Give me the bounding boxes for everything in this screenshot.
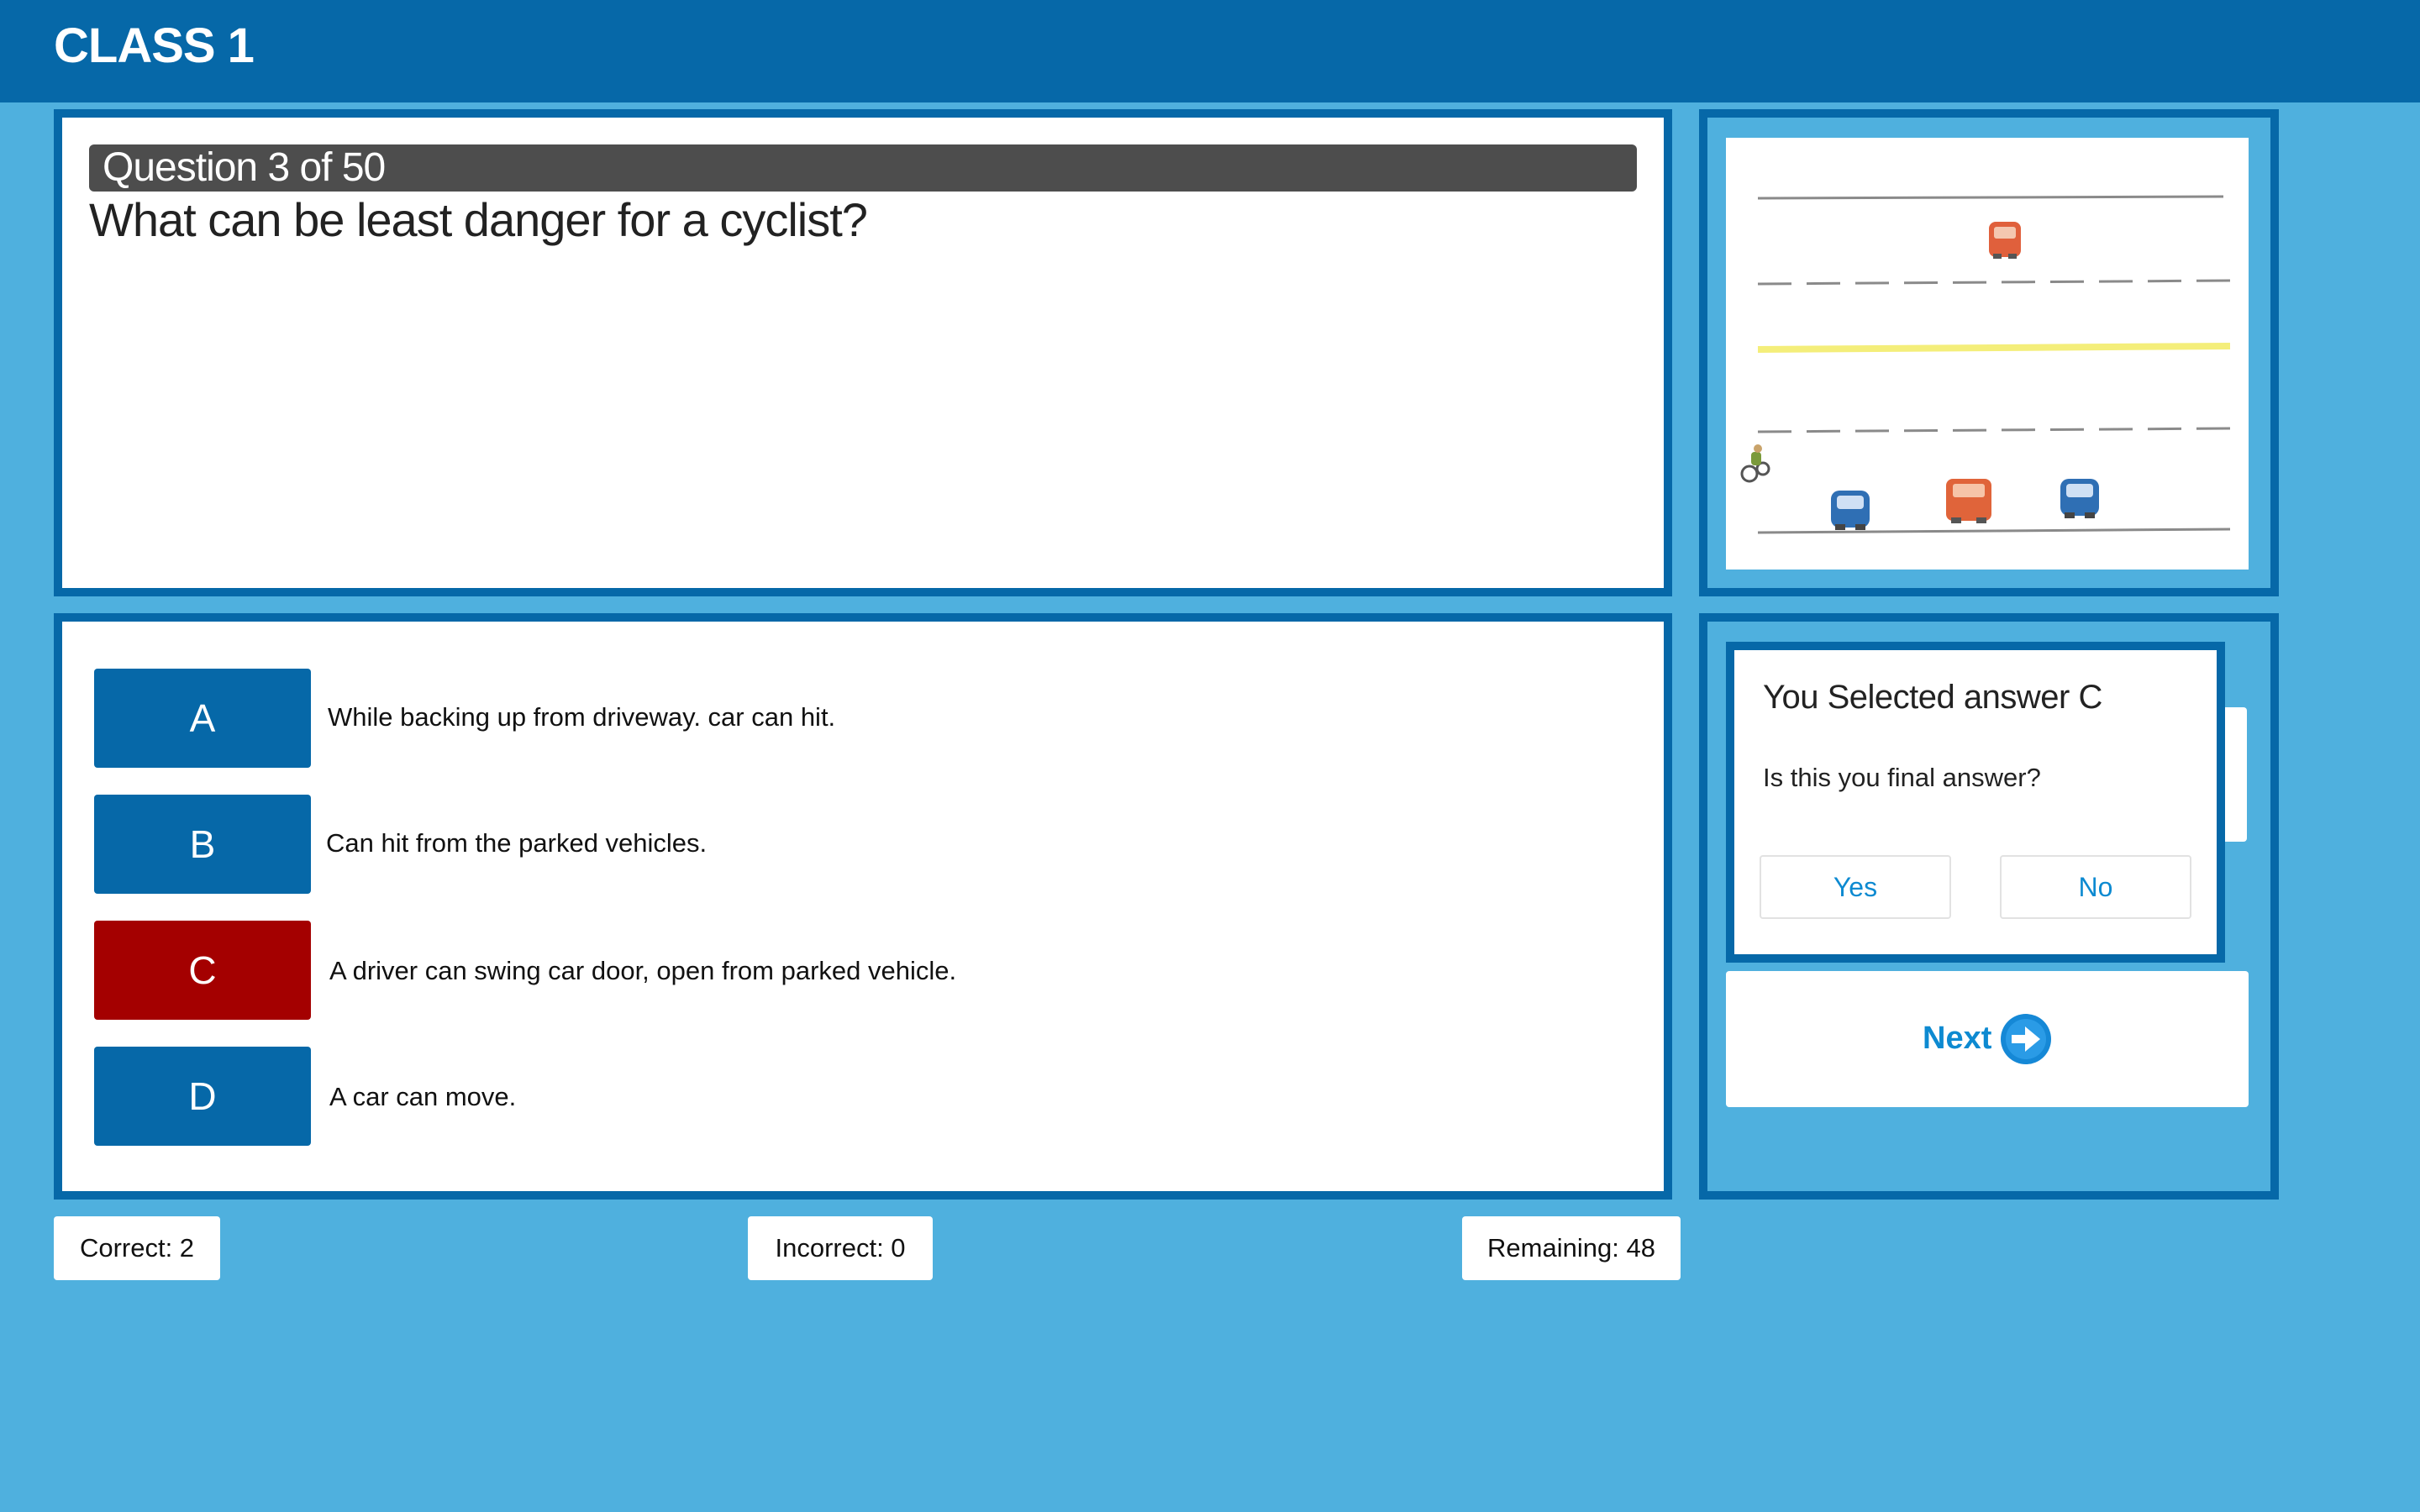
app-header <box>0 0 2420 102</box>
answer-c-text: A driver can swing car door, open from p… <box>329 956 957 985</box>
answer-b-text: Can hit from the parked vehicles. <box>326 828 708 858</box>
arrow-right-circle-icon[interactable] <box>2000 1013 2052 1065</box>
confirm-title: You Selected answer C <box>1763 679 2102 716</box>
answer-d-button[interactable]: D <box>94 1047 311 1146</box>
confirm-no-button[interactable]: No <box>2000 855 2191 919</box>
orange-van-icon <box>1946 479 1991 523</box>
confirm-question: Is this you final answer? <box>1763 763 2041 792</box>
road-scene-image <box>1726 138 2249 570</box>
answer-c-button[interactable]: C <box>94 921 311 1020</box>
blue-car-icon <box>2060 479 2099 518</box>
answer-b-button[interactable]: B <box>94 795 311 894</box>
answer-a-button[interactable]: A <box>94 669 311 768</box>
blue-car-icon <box>1831 491 1870 530</box>
next-label[interactable]: Next <box>1923 1015 1991 1062</box>
answer-a-text: While backing up from driveway. car can … <box>328 702 836 732</box>
question-text: What can be least danger for a cyclist? <box>89 193 868 246</box>
remaining-count: Remaining: 48 <box>1462 1216 1681 1280</box>
page-title: CLASS 1 <box>54 18 255 73</box>
cyclist-icon <box>1740 444 1770 483</box>
confirm-yes-button[interactable]: Yes <box>1760 855 1951 919</box>
correct-count: Correct: 2 <box>54 1216 220 1280</box>
incorrect-count: Incorrect: 0 <box>748 1216 933 1280</box>
question-counter: Question 3 of 50 <box>103 145 386 190</box>
answer-d-text: A car can move. <box>329 1082 517 1111</box>
orange-car-icon <box>1989 222 2021 259</box>
